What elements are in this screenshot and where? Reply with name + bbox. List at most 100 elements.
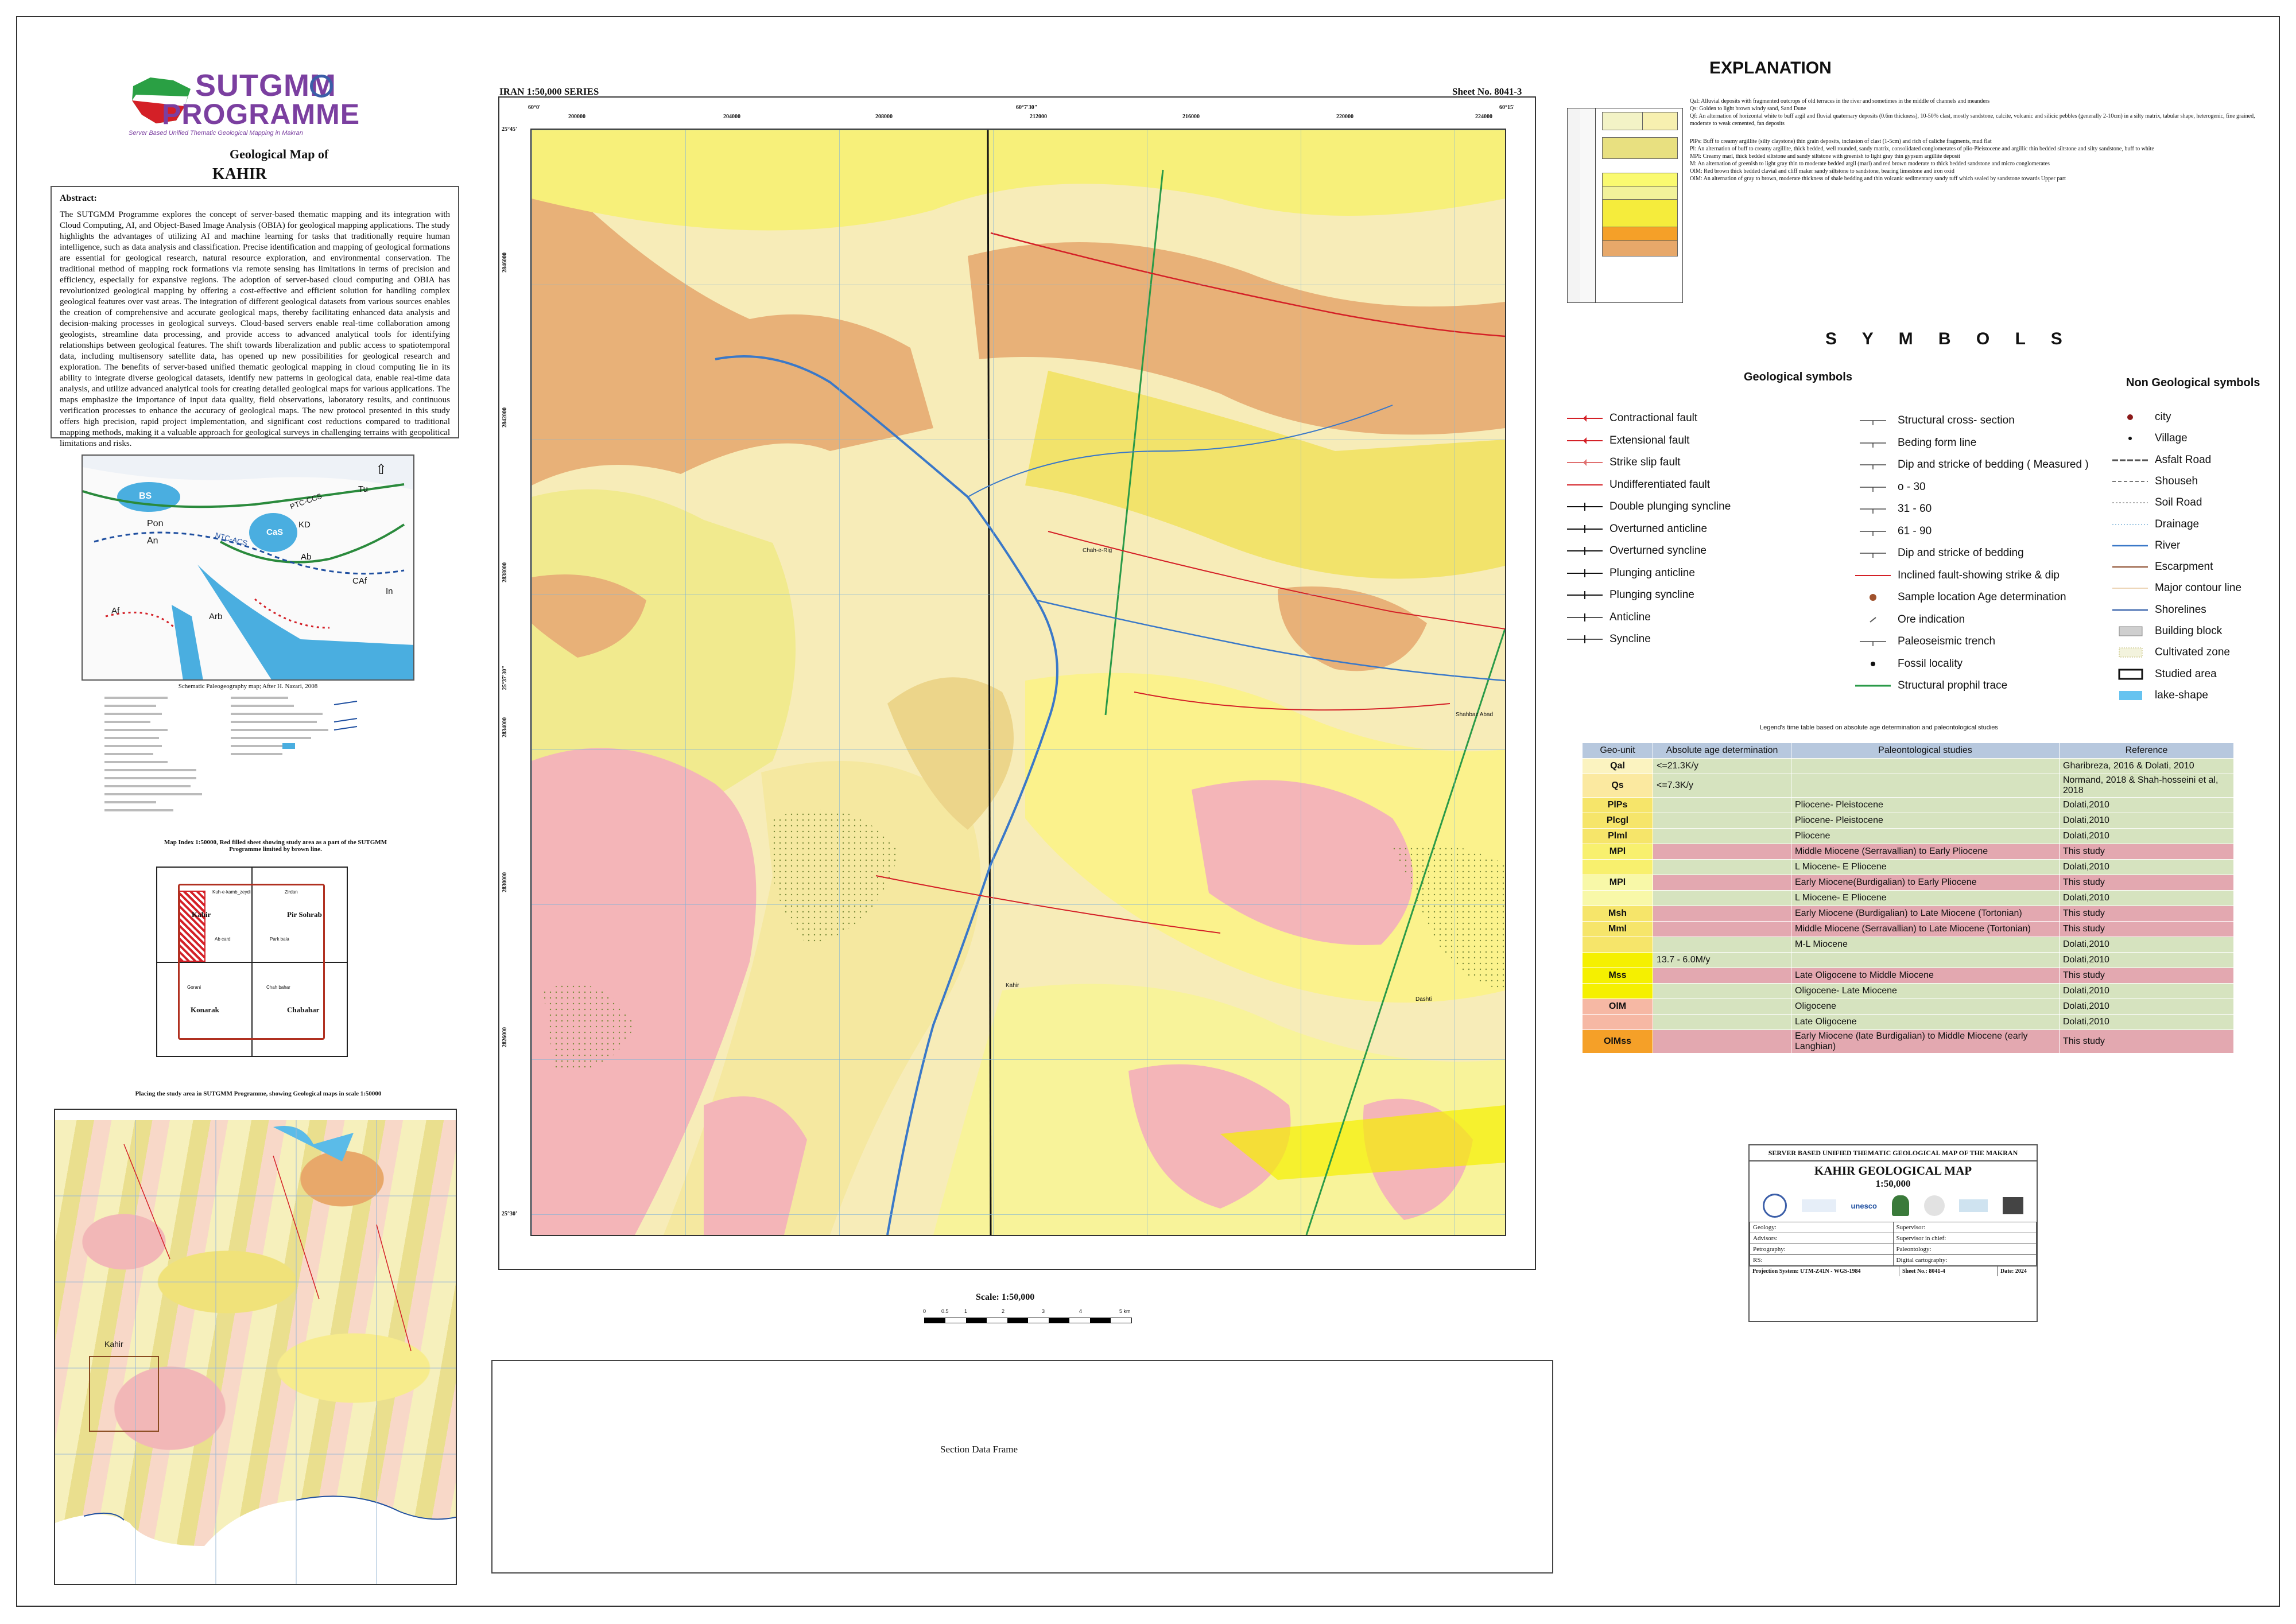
age-table-row: Oligocene- Late Miocene Dolati,2010 <box>1582 983 2234 999</box>
symbol-row: Major contour line <box>2111 582 2241 595</box>
age-paleo-cell: Late Oligocene <box>1791 1014 2060 1030</box>
unit-descriptions: Qal: Alluvial deposits with fragmented o… <box>1690 98 2258 182</box>
symbol-icon <box>1566 568 1604 579</box>
index-cell-label: Kahir <box>192 910 211 919</box>
map-left-tick: 25°30' <box>502 1211 517 1217</box>
symbol-icon <box>1566 612 1604 623</box>
symbol-row: 61 - 90 <box>1854 525 1932 538</box>
symbol-icon <box>1854 437 1892 449</box>
regional-map: Kahir <box>54 1109 457 1585</box>
symbol-label: Overturned anticline <box>1609 522 1708 535</box>
age-table-row: OlMss Early Miocene (late Burdigalian) to… <box>1582 1029 2234 1054</box>
symbol-label: Structural prophil trace <box>1898 679 2008 691</box>
symbol-icon <box>1566 523 1604 535</box>
age-paleo-cell: Oligocene- Late Miocene <box>1791 983 2060 999</box>
age-table-row: OlM Oligocene Dolati,2010 <box>1582 999 2234 1015</box>
symbol-row: Syncline <box>1566 633 1651 646</box>
symbol-row: o - 30 <box>1854 481 1926 494</box>
age-ref-cell: Dolati,2010 <box>2059 890 2234 906</box>
age-unit-cell <box>1582 952 1653 968</box>
symbol-label: Beding form line <box>1898 436 1977 449</box>
logo-tagline: Server Based Unified Thematic Geological… <box>129 130 303 137</box>
tb-field: Petrography: <box>1750 1244 1894 1255</box>
scale-tick: 1 <box>964 1308 968 1314</box>
paleo-label: Pon <box>147 519 164 529</box>
symbol-label: 61 - 90 <box>1898 525 1932 537</box>
abstract-text: The SUTGMM Programme explores the concep… <box>60 210 450 448</box>
age-unit-cell: Plcgl <box>1582 813 1653 829</box>
age-unit-cell: Qs <box>1582 774 1653 798</box>
paleo-label: An <box>147 536 158 546</box>
partner-logo-icon <box>2003 1197 2024 1214</box>
strat-unit-pl <box>1602 173 1678 188</box>
unit-desc: Pl: An alternation of buff to creamy arg… <box>1690 146 2154 152</box>
index-small-label: Zirdan <box>285 889 298 895</box>
symbol-icon <box>2111 519 2149 530</box>
unit-desc: Qal: Alluvial deposits with fragmented o… <box>1690 98 1990 104</box>
age-unit-cell: PlPs <box>1582 797 1653 813</box>
tb-date: Date: 2024 <box>2000 1268 2027 1275</box>
scale-tick: 4 <box>1079 1308 1083 1314</box>
age-paleo-cell: Early Miocene (late Burdigalian) to Midd… <box>1791 1029 2060 1054</box>
strat-unit-qal <box>1602 112 1643 130</box>
map-inner[interactable]: Kahir Shahbaz Abad Chah-e-Rig Dashti <box>530 129 1506 1236</box>
age-abs-cell <box>1653 906 1791 922</box>
symbol-row: city <box>2111 411 2171 424</box>
age-ref-cell: This study <box>2059 968 2234 984</box>
symbol-row: Building block <box>2111 625 2222 638</box>
strat-unit-plps <box>1602 137 1678 159</box>
place-label: Shahbaz Abad <box>1456 712 1494 718</box>
symbol-row: Shouseh <box>2111 475 2198 488</box>
symbol-icon <box>1854 592 1892 603</box>
symbols-title: S Y M B O L S <box>1825 329 2073 348</box>
age-unit-cell <box>1582 937 1653 953</box>
age-ref-cell: Dolati,2010 <box>2059 952 2234 968</box>
age-ref-cell: This study <box>2059 1029 2234 1054</box>
age-paleo-cell: Oligocene <box>1791 999 2060 1015</box>
age-ref-cell: Dolati,2010 <box>2059 859 2234 875</box>
paleo-label: Arb <box>209 612 223 621</box>
index-small-label: Kuh-e-kamb_zeydi <box>212 889 251 895</box>
index-small-label: Park bala <box>270 937 289 942</box>
symbol-label: Undifferentiated fault <box>1609 478 1710 491</box>
symbol-label: Dip and stricke of bedding ( Measured ) <box>1898 459 2089 471</box>
title-block: SERVER BASED UNIFIED THEMATIC GEOLOGICAL… <box>1748 1144 2038 1322</box>
age-abs-cell <box>1653 797 1791 813</box>
symbol-label: Contractional fault <box>1609 412 1698 424</box>
geological-map[interactable]: Kahir Shahbaz Abad Chah-e-Rig Dashti 60°… <box>498 96 1536 1270</box>
age-abs-cell: <=21.3K/y <box>1653 758 1791 774</box>
symbol-icon <box>2111 625 2149 637</box>
symbol-icon <box>1566 545 1604 557</box>
age-table-header: Reference <box>2059 743 2234 759</box>
unesco-logo: unesco <box>1851 1201 1877 1210</box>
symbol-icon <box>2111 497 2149 508</box>
tb-sheet: Sheet No.: 8041-4 <box>1899 1266 1998 1276</box>
age-ref-cell: Dolati,2010 <box>2059 813 2234 829</box>
paleogeography-map: BS Pon An CaS KD Ab CAf Tu In Af Arb PTC… <box>82 454 414 681</box>
symbol-icon <box>1854 614 1892 625</box>
index-cell-label: Chabahar <box>287 1005 320 1014</box>
age-table-row: MPl Middle Miocene (Serravallian) to Earl… <box>1582 844 2234 860</box>
symbol-row: Undifferentiated fault <box>1566 479 1710 491</box>
map-top-tick: 224000 <box>1475 114 1492 120</box>
paleo-label: KD <box>298 520 311 530</box>
age-paleo-cell: Middle Miocene (Serravallian) to Late Mi… <box>1791 921 2060 937</box>
symbol-row: Dip and stricke of bedding ( Measured ) <box>1854 459 2089 471</box>
abstract-heading: Abstract: <box>60 193 97 203</box>
scale-tick: 0.5 <box>941 1308 949 1314</box>
age-table-row: PlPs Pliocene- Pleistocene Dolati,2010 <box>1582 797 2234 813</box>
age-unit-cell <box>1582 890 1653 906</box>
symbol-icon <box>1854 481 1892 493</box>
symbol-label: Fossil locality <box>1898 657 1963 670</box>
symbol-icon <box>1854 680 1892 691</box>
age-ref-cell: This study <box>2059 921 2234 937</box>
symbol-icon <box>2111 454 2149 466</box>
map-left-tick: 2842000 <box>502 407 508 428</box>
titleblock-scale: 1:50,000 <box>1875 1178 1911 1189</box>
abstract-panel: Abstract: The SUTGMM Programme explores … <box>51 186 459 448</box>
map-top-tick: 216000 <box>1182 114 1200 120</box>
scale-tick: 0 <box>923 1308 926 1314</box>
symbol-label: Sample location Age determination <box>1898 591 2066 603</box>
stratigraphic-column <box>1567 108 1683 303</box>
age-abs-cell <box>1653 937 1791 953</box>
